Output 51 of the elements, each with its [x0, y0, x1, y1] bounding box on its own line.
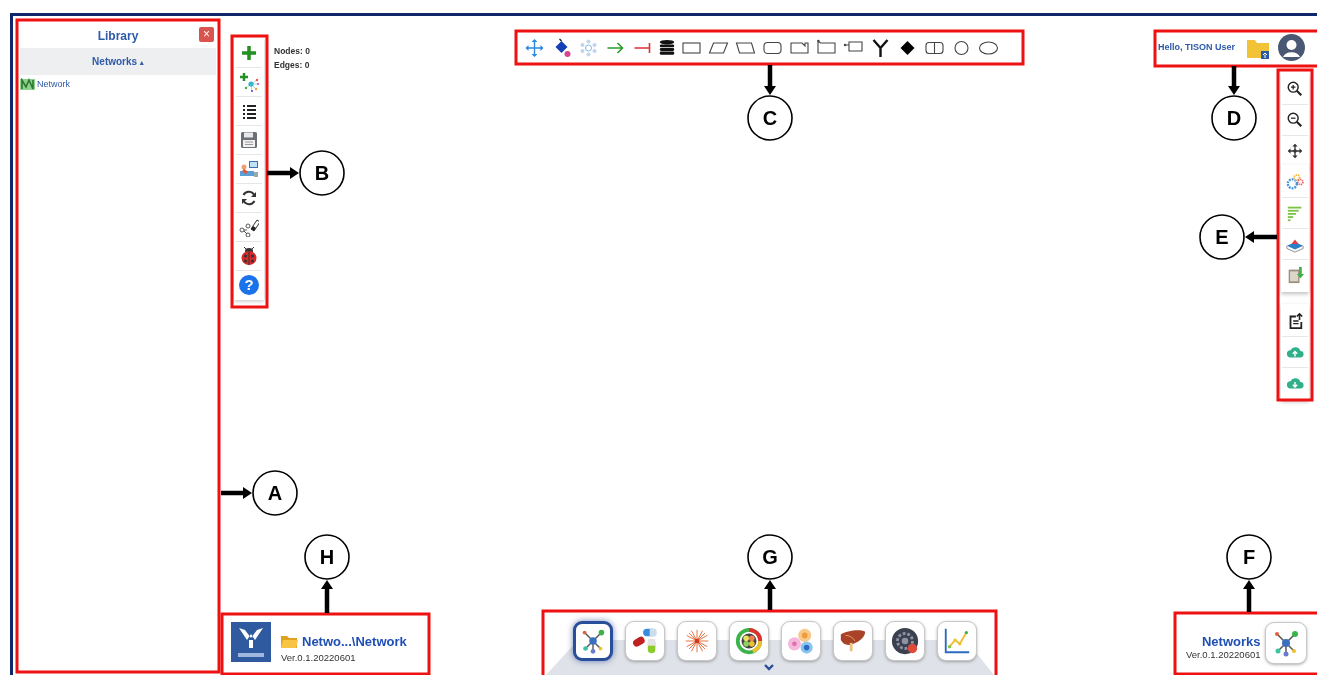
app-title: Networks [1201, 634, 1261, 649]
callout-arrow [321, 580, 333, 613]
tree-item[interactable]: Network [37, 78, 70, 92]
document-export-icon[interactable] [1286, 266, 1304, 284]
zoom-in-icon[interactable] [1286, 80, 1304, 98]
callout-arrow [267, 167, 299, 179]
callout-marker: A [252, 470, 298, 516]
refresh-icon[interactable] [239, 188, 259, 208]
version-text: Ver.0.1.20220601 [1186, 648, 1261, 660]
callout-arrow [1245, 231, 1277, 243]
callout-marker: E [1199, 214, 1245, 260]
zoom-out-icon[interactable] [1286, 111, 1304, 129]
callout-arrow [221, 487, 252, 499]
stat-label: Nodes: 0 [274, 45, 310, 58]
network-logo-icon [20, 78, 35, 92]
callout-marker: G [747, 534, 793, 580]
folder-icon [281, 635, 298, 649]
file-path: Netwo...\Network [302, 633, 407, 651]
callout-arrow [764, 580, 776, 610]
callout-marker: F [1226, 534, 1272, 580]
close-button[interactable]: × [199, 27, 214, 42]
database-icon[interactable] [658, 37, 676, 58]
callout-arrow [764, 65, 776, 95]
callout-marker: D [1211, 95, 1257, 141]
callout-arrow [1228, 66, 1240, 95]
eraser-icon[interactable] [239, 217, 259, 237]
fit-view-icon[interactable] [1286, 142, 1304, 160]
greeting-text: Hello, TISON User [1158, 40, 1236, 54]
cells-icon [786, 626, 816, 656]
stat-label: Edges: 0 [274, 59, 310, 72]
version-text: Ver.0.1.20220601 [281, 651, 357, 663]
gear-icon [890, 626, 920, 656]
help-button[interactable]: ? [239, 275, 259, 295]
app-button[interactable] [573, 621, 613, 661]
chevron-down-icon[interactable] [763, 664, 775, 672]
move-icon[interactable] [523, 37, 546, 58]
callout-marker: H [304, 534, 350, 580]
plus-icon[interactable] [239, 43, 259, 63]
line-chart-icon [942, 626, 972, 656]
workstation-icon[interactable] [239, 159, 259, 179]
cell-cycle-icon [734, 626, 764, 656]
ladybug-icon[interactable] [239, 246, 259, 266]
tison-logo-icon [231, 622, 271, 663]
callout-marker: B [299, 150, 345, 196]
add-network-icon[interactable] [239, 72, 259, 92]
app-tile[interactable] [1264, 622, 1307, 664]
callout-arrow [1243, 580, 1255, 612]
panel-title: Library [97, 27, 139, 45]
avatar-icon[interactable] [1278, 34, 1306, 61]
callout-marker: C [747, 95, 793, 141]
gears-icon[interactable] [1286, 173, 1304, 191]
